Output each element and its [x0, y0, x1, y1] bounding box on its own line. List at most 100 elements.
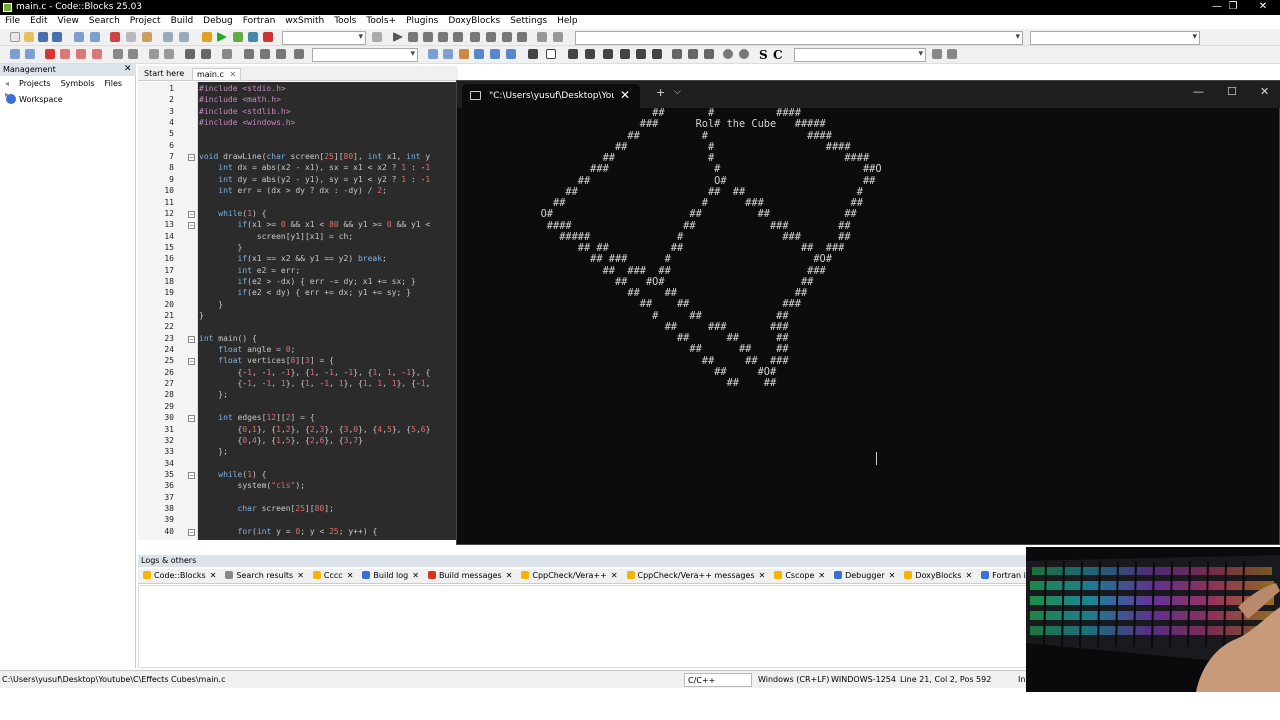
nav-forward-icon[interactable]	[443, 49, 453, 59]
close-button[interactable]: ✕	[1250, 1, 1276, 14]
magic-icon[interactable]	[506, 49, 516, 59]
layout-icon-6[interactable]	[652, 49, 662, 59]
code-line[interactable]: #include <math.h>	[199, 95, 281, 104]
symbol-search-combo[interactable]	[794, 48, 926, 62]
fold-toggle-icon[interactable]: −	[188, 358, 195, 366]
code-line[interactable]: void drawLine(char screen[25][80], int x…	[199, 152, 430, 161]
pencil-icon[interactable]	[459, 49, 469, 59]
debug-continue-icon[interactable]	[393, 32, 403, 42]
code-line[interactable]: float vertices[8][3] = {	[199, 356, 334, 365]
log-tab[interactable]: Code::Blocks ✕	[138, 569, 220, 580]
step-out-icon[interactable]	[453, 32, 463, 42]
symbol-c-button[interactable]: C	[773, 48, 783, 62]
box-icon-1[interactable]	[672, 49, 682, 59]
prev-bookmark-icon[interactable]	[60, 49, 70, 59]
terminal-tab-close-icon[interactable]: ✕	[620, 88, 630, 102]
fold-toggle-icon[interactable]: −	[188, 415, 195, 423]
find-icon[interactable]	[163, 32, 173, 42]
menu-project[interactable]: Project	[125, 15, 166, 26]
zoom-out-icon[interactable]	[739, 49, 749, 59]
log-tab-close-icon[interactable]: ✕	[297, 571, 304, 580]
code-line[interactable]: };	[199, 447, 228, 456]
code-line[interactable]: {-1, -1, 1}, {1, -1, 1}, {1, 1, 1}, {-1,	[199, 379, 431, 388]
code-line[interactable]: while(1) {	[199, 470, 266, 479]
jump-back-icon[interactable]	[10, 49, 20, 59]
stop-debugger-icon[interactable]	[517, 32, 527, 42]
next-instruction-icon[interactable]	[470, 32, 480, 42]
zoom-in-icon[interactable]	[723, 49, 733, 59]
code-line[interactable]: float angle = 0;	[199, 345, 295, 354]
comment-icon[interactable]	[149, 49, 159, 59]
run-icon[interactable]	[217, 32, 227, 42]
menu-debug[interactable]: Debug	[198, 15, 238, 26]
settings-icon[interactable]	[947, 49, 957, 59]
terminal-close-button[interactable]: ✕	[1260, 85, 1269, 98]
rectangle-icon[interactable]	[546, 49, 556, 59]
debug-windows-icon[interactable]	[537, 32, 547, 42]
clear-bookmarks-icon[interactable]	[92, 49, 102, 59]
code-line[interactable]: int err = (dx > dy ? dx : -dy) / 2;	[199, 186, 387, 195]
tab-start-here[interactable]: Start here	[140, 68, 188, 79]
status-language[interactable]: C/C++	[684, 673, 752, 687]
menu-build[interactable]: Build	[166, 15, 199, 26]
build-gear-icon[interactable]	[202, 32, 212, 42]
code-line[interactable]: {0,4}, {1,5}, {2,6}, {3,7}	[199, 436, 363, 445]
code-completion-function-select[interactable]	[1030, 31, 1200, 45]
log-tab[interactable]: Build log ✕	[357, 569, 423, 580]
arrow-icon[interactable]	[294, 49, 304, 59]
run-to-cursor-icon[interactable]	[408, 32, 418, 42]
next-line-icon[interactable]	[423, 32, 433, 42]
code-line[interactable]: int dx = abs(x2 - x1), sx = x1 < x2 ? 1 …	[199, 163, 430, 172]
search-icon[interactable]	[932, 49, 942, 59]
layout-icon-3[interactable]	[603, 49, 613, 59]
management-close-button[interactable]: ✕	[124, 64, 132, 74]
fold-toggle-icon[interactable]: −	[188, 210, 195, 218]
code-line[interactable]: char screen[25][80];	[199, 504, 334, 513]
tab-main-c[interactable]: main.c ✕	[192, 68, 242, 80]
log-tab-close-icon[interactable]: ✕	[506, 571, 513, 580]
code-line[interactable]: if(x1 >= 0 && x1 < 80 && y1 >= 0 && y1 <	[199, 220, 431, 229]
log-tab-close-icon[interactable]: ✕	[759, 571, 766, 580]
log-tab[interactable]: Cccc ✕	[308, 569, 357, 580]
symbol-s-button[interactable]: S	[759, 48, 768, 62]
terminal-dropdown-button[interactable]: ⌵	[674, 87, 681, 97]
code-line[interactable]: int dy = abs(y2 - y1), sy = y1 < y2 ? 1 …	[199, 175, 430, 184]
menu-view[interactable]: View	[53, 15, 84, 26]
tab-close-icon[interactable]: ✕	[229, 70, 236, 79]
code-line[interactable]: for(int y = 0; y < 25; y++) {	[199, 527, 378, 536]
layout-icon-4[interactable]	[620, 49, 630, 59]
box-icon-3[interactable]	[704, 49, 714, 59]
fullscreen-icon[interactable]	[185, 49, 195, 59]
step-instruction-icon[interactable]	[486, 32, 496, 42]
code-line[interactable]: {0,1}, {1,2}, {2,3}, {3,0}, {4,5}, {5,6}	[199, 425, 431, 434]
cursor-icon[interactable]	[528, 49, 538, 59]
menu-file[interactable]: File	[0, 15, 25, 26]
terminal-tab[interactable]: "C:\Users\yusuf\Desktop\Youtube\C\Effect…	[462, 84, 640, 108]
menu-edit[interactable]: Edit	[25, 15, 52, 26]
tab-files[interactable]: Files	[100, 78, 128, 89]
log-tab[interactable]: Debugger ✕	[829, 569, 899, 580]
tab-projects[interactable]: Projects	[14, 78, 56, 89]
cut-icon[interactable]	[110, 32, 120, 42]
save-icon[interactable]	[38, 32, 48, 42]
menu-help[interactable]: Help	[552, 15, 583, 26]
log-tab-close-icon[interactable]: ✕	[412, 571, 419, 580]
select-occurrence-icon[interactable]	[128, 49, 138, 59]
fold-toggle-icon[interactable]: −	[188, 471, 195, 479]
abort-icon[interactable]	[263, 32, 273, 42]
menu-settings[interactable]: Settings	[505, 15, 552, 26]
toggle-bookmark-icon[interactable]	[45, 49, 55, 59]
log-tab[interactable]: CppCheck/Vera++ messages ✕	[622, 569, 770, 580]
box-icon-2[interactable]	[688, 49, 698, 59]
menu-wxsmith[interactable]: wxSmith	[280, 15, 329, 26]
uncomment-icon[interactable]	[164, 49, 174, 59]
log-tab[interactable]: Fortran info✕	[976, 569, 1028, 580]
copy-icon[interactable]	[126, 32, 136, 42]
debug-info-icon[interactable]	[553, 32, 563, 42]
search-combo[interactable]	[312, 48, 418, 62]
code-line[interactable]: #include <stdlib.h>	[199, 107, 291, 116]
menu-plugins[interactable]: Plugins	[401, 15, 443, 26]
logs-content[interactable]	[138, 585, 1028, 668]
replace-icon[interactable]	[179, 32, 189, 42]
code-line[interactable]: }	[199, 243, 243, 252]
